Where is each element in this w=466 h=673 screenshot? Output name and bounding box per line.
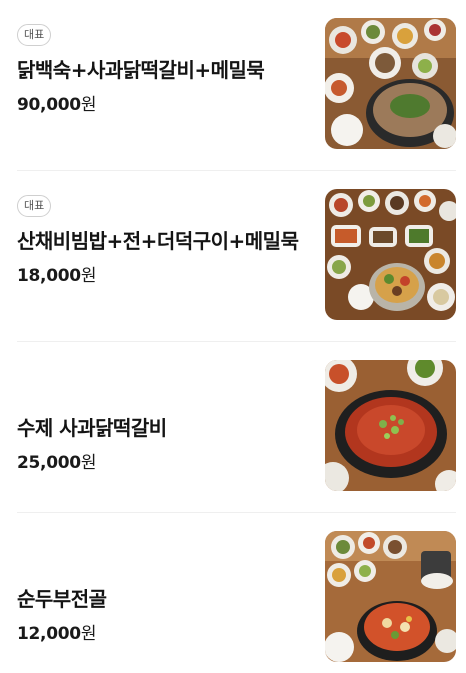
menu-item[interactable]: 대표 산채비빔밥+전+더덕구이+메밀묵 18,000원: [17, 171, 456, 342]
menu-item[interactable]: 수제 사과닭떡갈비 25,000원: [17, 342, 456, 513]
menu-item-info: 대표 닭백숙+사과닭떡갈비+메밀묵 90,000원: [17, 0, 317, 170]
signature-badge: 대표: [17, 195, 52, 217]
menu-item[interactable]: 대표 닭백숙+사과닭떡갈비+메밀묵 90,000원: [17, 0, 456, 171]
price-amount: 18,000: [17, 266, 81, 286]
bibimbap-set-photo[interactable]: [325, 189, 456, 320]
menu-item-name[interactable]: 닭백숙+사과닭떡갈비+메밀묵: [17, 54, 265, 83]
samgyetang-table-photo[interactable]: [325, 18, 456, 149]
price-currency: 원: [80, 95, 97, 115]
price-amount: 12,000: [17, 624, 81, 644]
price-amount: 90,000: [17, 95, 81, 115]
menu-item-info: 대표 산채비빔밥+전+더덕구이+메밀묵 18,000원: [17, 171, 317, 341]
menu-item-info: 순두부전골 12,000원: [17, 513, 317, 673]
price-currency: 원: [80, 453, 97, 473]
sundubu-jeongol-photo[interactable]: [325, 531, 456, 662]
price-currency: 원: [80, 266, 97, 286]
menu-item-name[interactable]: 수제 사과닭떡갈비: [17, 412, 167, 441]
menu-item-info: 수제 사과닭떡갈비 25,000원: [17, 342, 317, 512]
menu-item-price: 18,000원: [17, 261, 96, 286]
price-amount: 25,000: [17, 453, 81, 473]
menu-item-price: 25,000원: [17, 448, 96, 473]
menu-item[interactable]: 순두부전골 12,000원: [17, 513, 456, 673]
menu-list: 대표 닭백숙+사과닭떡갈비+메밀묵 90,000원 대표 산채비빔밥+전+더덕구…: [0, 0, 466, 673]
tteokgalbi-photo[interactable]: [325, 360, 456, 491]
menu-item-price: 12,000원: [17, 619, 96, 644]
menu-item-name[interactable]: 산채비빔밥+전+더덕구이+메밀묵: [17, 225, 299, 254]
price-currency: 원: [80, 624, 97, 644]
menu-item-price: 90,000원: [17, 90, 96, 115]
menu-item-name[interactable]: 순두부전골: [17, 583, 107, 612]
signature-badge: 대표: [17, 24, 52, 46]
